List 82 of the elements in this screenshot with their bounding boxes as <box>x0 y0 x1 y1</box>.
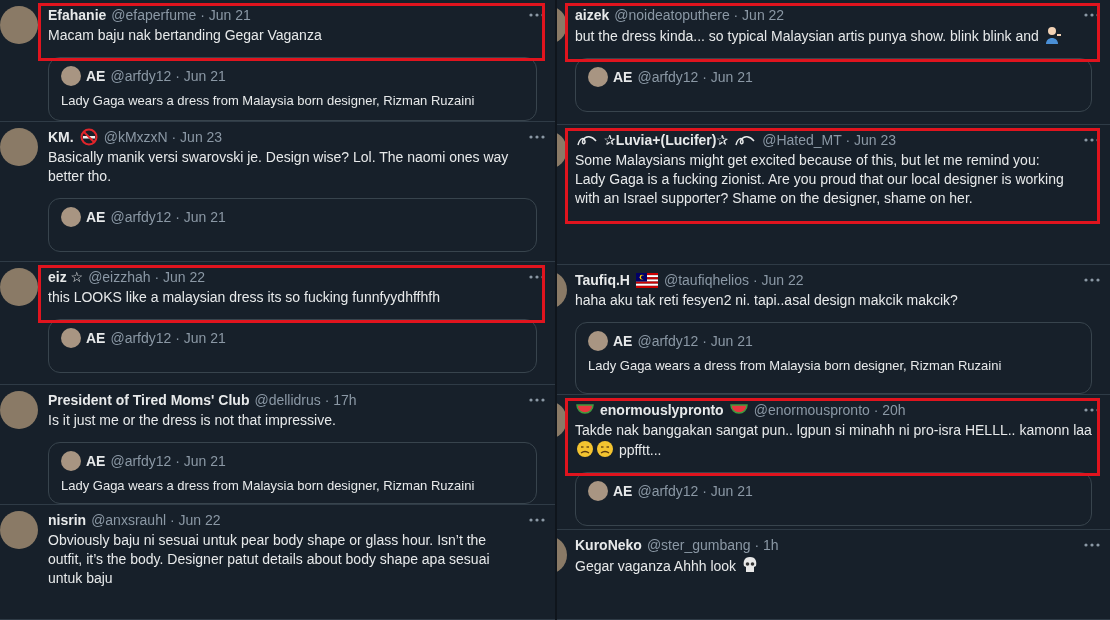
handle-and-time: @dellidrus · 17h <box>254 392 357 408</box>
swirl-icon <box>734 133 757 147</box>
avatar <box>61 328 81 348</box>
watermelon-icon <box>576 403 594 417</box>
user-name: AE <box>613 69 633 85</box>
user-name[interactable]: aizek <box>575 7 610 23</box>
tweet-text: kamonn laa <box>1019 422 1092 438</box>
handle-and-time: @arfdy12 · Jun 21 <box>110 209 226 225</box>
more-icon[interactable] <box>529 135 545 139</box>
user-name[interactable]: KM. <box>48 129 74 145</box>
avatar <box>61 207 81 227</box>
more-icon[interactable] <box>1084 543 1100 547</box>
more-icon[interactable] <box>529 518 545 522</box>
tweet-text: haha aku tak reti fesyen2 ni. tapi..asal design makcik makcik? <box>575 292 958 308</box>
user-name: AE <box>86 330 106 346</box>
user-name: AE <box>86 453 106 469</box>
user-name[interactable]: Efahanie <box>48 7 107 23</box>
user-name[interactable]: President of Tired Moms' Club <box>48 392 250 408</box>
user-name: AE <box>613 483 633 499</box>
handle-and-time: @noideatoputhere · Jun 22 <box>614 7 785 23</box>
quoted-tweet[interactable]: AE @arfdy12 · Jun 21 Lady Gaga wears a dress from Malaysia born designer, Rizman Ruzaini <box>575 322 1092 394</box>
no-smoking-icon <box>79 128 98 146</box>
watermelon-icon <box>729 403 748 417</box>
handle-and-time: @taufiqhelios · Jun 22 <box>663 272 804 288</box>
user-name[interactable]: enormouslypronto <box>600 402 724 418</box>
tweet-text: ppfftt... <box>617 442 662 458</box>
tweet-text: Basically manik versi swarovski je. Design wise? Lol. The naomi ones way better tho. <box>48 149 509 184</box>
handle-and-time: @arfdy12 · Jun 21 <box>637 333 753 349</box>
tweet-text: this LOOKS like a malaysian dress its so fucking funnfyydhffhfh <box>48 289 440 305</box>
handle-and-time: @enormouspronto · 20h <box>753 402 906 418</box>
tweet-text: Obviously baju ni sesuai untuk pear body shape or glass hour. Isn’t the outfit, it’s the body. Designer patut details about body shape apa sesuai untuk baju <box>48 532 490 586</box>
quoted-text: Lady Gaga wears a dress from Malaysia born designer, Rizman Ruzaini <box>61 93 476 108</box>
quoted-tweet[interactable]: AE @arfdy12 · Jun 21 Lady Gaga wears a dress from Malaysia born designer, Rizman Ruzaini <box>48 442 537 504</box>
avatar <box>588 481 608 501</box>
handle-and-time: @ster_gumbang · 1h <box>646 537 779 553</box>
avatar[interactable] <box>0 268 38 306</box>
quoted-tweet[interactable]: AE @arfdy12 · Jun 21 <box>575 58 1092 112</box>
avatar[interactable] <box>0 511 38 549</box>
tweet-text: Is it just me or the dress is not that impressive. <box>48 412 336 428</box>
tweet-text: Gegar vaganza Ahhh look <box>575 558 737 574</box>
user-name[interactable]: KuroNeko <box>575 537 642 553</box>
handle-and-time: @arfdy12 · Jun 21 <box>637 483 753 499</box>
tweet-text: Macam baju nak bertanding Gegar Vaganza <box>48 27 322 43</box>
tweet-text: Some Malaysians might get excited because of this, but let me remind you: Lady Gaga is a fucking zionist. Are you proud that our local designer is working with an Israel supporter? Shame on the designer, shame on her. <box>575 152 1064 206</box>
quoted-tweet[interactable]: AE @arfdy12 · Jun 21 <box>48 319 537 373</box>
handle-and-time: @Hated_MT · Jun 23 <box>762 132 896 148</box>
avatar <box>61 451 81 471</box>
quoted-tweet[interactable]: AE @arfdy12 · Jun 21 <box>575 472 1092 526</box>
swirl-icon <box>576 133 598 147</box>
user-name[interactable]: nisrin <box>48 512 87 528</box>
handle-and-time: @arfdy12 · Jun 21 <box>110 68 226 84</box>
user-name[interactable]: Taufiq.H <box>575 272 630 288</box>
user-name: AE <box>86 209 106 225</box>
flag-icon <box>635 272 658 288</box>
quoted-text: Lady Gaga wears a dress from Malaysia born designer, Rizman Ruzaini <box>61 478 476 493</box>
avatar[interactable] <box>0 128 38 166</box>
handle-and-time: @arfdy12 · Jun 21 <box>637 69 753 85</box>
frowning-face-icon <box>576 440 594 458</box>
handle-and-time: @arfdy12 · Jun 21 <box>110 330 226 346</box>
tweet-text: Takde nak banggakan sangat pun.. lgpun si minahh ni pro-isra HELLL.. <box>575 422 1016 438</box>
avatar[interactable] <box>0 6 38 44</box>
tweet-text: but the dress kinda... so typical Malaysian artis punya show. blink blink and <box>575 28 1039 44</box>
more-icon[interactable] <box>1084 278 1100 282</box>
handle-and-time: @anxsrauhl · Jun 22 <box>91 512 221 528</box>
person-icon <box>1043 26 1062 44</box>
more-icon[interactable] <box>529 398 545 402</box>
handle-and-time: @arfdy12 · Jun 21 <box>110 453 226 469</box>
frowning-face-icon <box>596 440 614 458</box>
avatar <box>588 67 608 87</box>
handle-and-time: @kMxzxN · Jun 23 <box>103 129 223 145</box>
avatar[interactable] <box>0 391 38 429</box>
avatar <box>588 331 608 351</box>
handle-and-time: @eizzhah · Jun 22 <box>88 269 206 285</box>
user-name[interactable]: eiz ☆ <box>48 269 84 285</box>
quoted-tweet[interactable]: AE @arfdy12 · Jun 21 Lady Gaga wears a dress from Malaysia born designer, Rizman Ruzaini <box>48 57 537 121</box>
user-name[interactable]: ✰Luvia+(Lucifer)✰ <box>604 132 729 148</box>
quoted-text: Lady Gaga wears a dress from Malaysia born designer, Rizman Ruzaini <box>588 358 1003 373</box>
avatar <box>61 66 81 86</box>
quoted-tweet[interactable]: AE @arfdy12 · Jun 21 <box>48 198 537 252</box>
user-name: AE <box>86 68 106 84</box>
handle-and-time: @efaperfume · Jun 21 <box>111 7 251 23</box>
user-name: AE <box>613 333 633 349</box>
